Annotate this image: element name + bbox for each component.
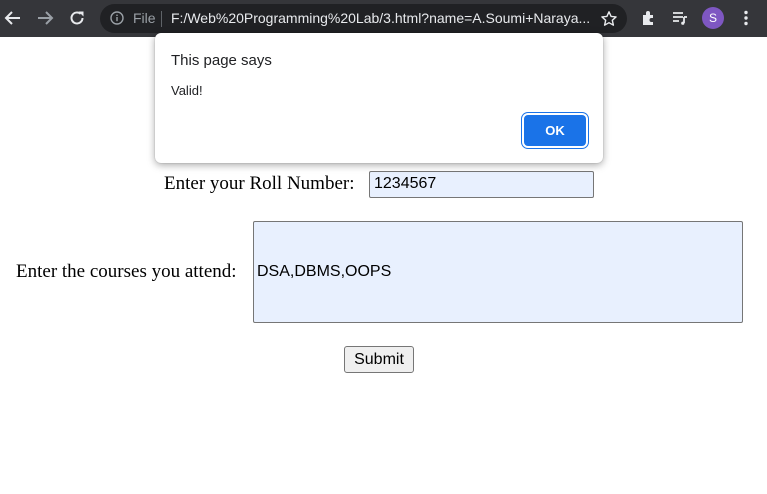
- more-menu-icon[interactable]: [734, 6, 758, 30]
- ok-button[interactable]: OK: [524, 115, 586, 146]
- roll-number-input[interactable]: 1234567: [369, 171, 594, 198]
- alert-title: This page says: [171, 52, 272, 69]
- extensions-puzzle-icon[interactable]: [637, 6, 661, 30]
- reload-icon[interactable]: [65, 6, 89, 30]
- back-arrow-icon[interactable]: [1, 6, 25, 30]
- courses-label: Enter the courses you attend:: [16, 261, 237, 282]
- roll-number-label: Enter your Roll Number:: [164, 173, 355, 194]
- reading-list-icon[interactable]: [668, 6, 692, 30]
- profile-avatar[interactable]: S: [702, 7, 724, 29]
- url-scheme-label: File: [133, 10, 156, 26]
- url-text[interactable]: F:/Web%20Programming%20Lab/3.html?name=A…: [171, 10, 591, 26]
- info-icon[interactable]: [110, 11, 124, 25]
- address-bar[interactable]: File F:/Web%20Programming%20Lab/3.html?n…: [100, 4, 627, 33]
- browser-toolbar: File F:/Web%20Programming%20Lab/3.html?n…: [0, 0, 767, 37]
- courses-textarea[interactable]: DSA,DBMS,OOPS: [253, 221, 743, 323]
- alert-dialog: This page says Valid! OK: [155, 33, 603, 163]
- omnibox-divider: [161, 11, 162, 27]
- submit-button[interactable]: Submit: [344, 346, 414, 373]
- forward-arrow-icon[interactable]: [33, 6, 57, 30]
- alert-message: Valid!: [171, 83, 203, 98]
- bookmark-star-icon[interactable]: [600, 10, 618, 28]
